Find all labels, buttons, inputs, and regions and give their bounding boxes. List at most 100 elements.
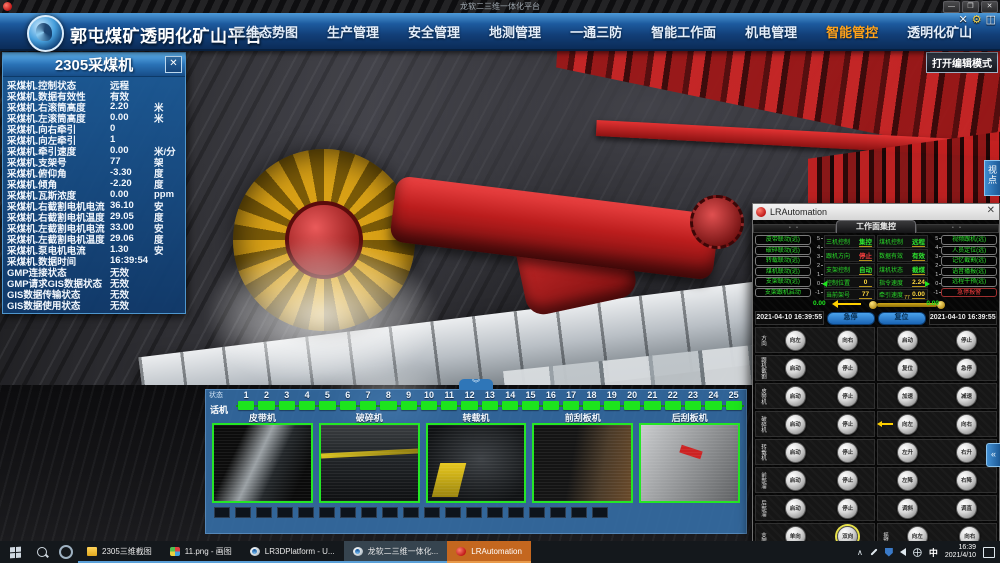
control-round-button[interactable]: 启动 <box>785 498 806 519</box>
tools-icon[interactable]: ✕ <box>959 14 968 26</box>
linkage-button[interactable]: 远程干预(远) <box>941 277 997 287</box>
pager-slot[interactable] <box>550 507 566 518</box>
linkage-button[interactable]: 语音播报(远) <box>941 267 997 277</box>
nav-item-生产管理[interactable]: 生产管理 <box>327 22 379 41</box>
control-round-button[interactable]: 停止 <box>837 470 858 491</box>
camera-video[interactable] <box>426 423 527 503</box>
nav-item-智能管控[interactable]: 智能管控 <box>826 22 878 41</box>
control-round-button[interactable]: 停止 <box>837 498 858 519</box>
control-round-button[interactable]: 复位 <box>897 358 918 379</box>
pager-slot[interactable] <box>529 507 545 518</box>
camera-video[interactable] <box>639 423 740 503</box>
control-round-button[interactable]: 向左 <box>897 414 918 435</box>
minimize-button[interactable]: — <box>943 1 960 13</box>
control-round-button[interactable]: 启动 <box>785 414 806 435</box>
control-round-button[interactable]: 停止 <box>837 386 858 407</box>
close-button[interactable]: ✕ <box>981 1 998 13</box>
estop-button[interactable]: 急停 <box>827 312 875 325</box>
control-round-button[interactable]: 急停 <box>956 358 977 379</box>
pager-slot[interactable] <box>466 507 482 518</box>
pager-slot[interactable] <box>214 507 230 518</box>
control-round-button[interactable]: 停止 <box>837 414 858 435</box>
linkage-button[interactable]: 转载联动(远) <box>755 256 811 266</box>
pager-slot[interactable] <box>445 507 461 518</box>
nav-item-三维态势图[interactable]: 三维态势图 <box>233 22 298 41</box>
taskbar-task[interactable]: 2305三维截图 <box>78 541 161 563</box>
volume-icon[interactable] <box>900 548 906 556</box>
control-round-button[interactable]: 减速 <box>956 386 977 407</box>
control-round-button[interactable]: 左降 <box>897 470 918 491</box>
open-edit-mode-button[interactable]: 打开编辑模式 <box>926 52 998 73</box>
pager-slot[interactable] <box>508 507 524 518</box>
control-round-button[interactable]: 加速 <box>897 386 918 407</box>
camera-video[interactable] <box>532 423 633 503</box>
linkage-button[interactable]: 煤机联动(远) <box>755 267 811 277</box>
security-shield-icon[interactable] <box>885 548 893 557</box>
pager-slot[interactable] <box>487 507 503 518</box>
tab-workface-control[interactable]: 工作面集控 <box>836 220 916 233</box>
viewpoint-tab[interactable]: 视点 <box>984 160 1000 196</box>
control-round-button[interactable]: 启动 <box>897 330 918 351</box>
linkage-button[interactable]: 人员定位(远) <box>941 246 997 256</box>
control-round-button[interactable]: 调直 <box>956 498 977 519</box>
taskbar-task[interactable]: LRAutomation <box>447 541 531 563</box>
cortana-icon[interactable] <box>54 541 78 563</box>
control-round-button[interactable]: 向右 <box>956 414 977 435</box>
linkage-button[interactable]: 支架跟机启动 <box>755 288 811 298</box>
nav-item-地测管理[interactable]: 地测管理 <box>489 22 541 41</box>
nav-item-机电管理[interactable]: 机电管理 <box>745 22 797 41</box>
system-clock[interactable]: 16:39 2021/4/10 <box>945 544 976 560</box>
control-round-button[interactable]: 右降 <box>956 470 977 491</box>
pager-slot[interactable] <box>382 507 398 518</box>
camera-video[interactable] <box>319 423 420 503</box>
control-round-button[interactable]: 停止 <box>837 358 858 379</box>
control-round-button[interactable]: 调斜 <box>897 498 918 519</box>
gear-icon[interactable]: ⚙ <box>972 14 982 26</box>
control-round-button[interactable]: 向右 <box>837 330 858 351</box>
control-round-button[interactable]: 停止 <box>956 330 977 351</box>
taskbar-task[interactable]: 11.png - 画图 <box>161 541 241 563</box>
control-round-button[interactable]: 启动 <box>785 358 806 379</box>
notification-center-icon[interactable] <box>983 547 995 558</box>
maximize-button[interactable]: ❐ <box>962 1 979 13</box>
lr-close-icon[interactable]: ✕ <box>987 205 995 216</box>
control-round-button[interactable]: 启动 <box>785 442 806 463</box>
linkage-button[interactable]: 支架联动(远) <box>755 277 811 287</box>
network-icon[interactable]: ⨁ <box>913 548 922 557</box>
control-round-button[interactable]: 启动 <box>785 386 806 407</box>
estop-alarm-button[interactable]: 急停报警 <box>941 288 997 298</box>
control-round-button[interactable]: 停止 <box>837 442 858 463</box>
pager-slot[interactable] <box>592 507 608 518</box>
reset-button[interactable]: 复位 <box>878 312 926 325</box>
nav-item-一通三防[interactable]: 一通三防 <box>570 22 622 41</box>
fit-window-icon[interactable]: ◫ <box>986 14 996 26</box>
pager-slot[interactable] <box>235 507 251 518</box>
pager-slot[interactable] <box>340 507 356 518</box>
panel-collapse-handle[interactable]: « <box>986 443 1000 467</box>
linkage-button[interactable]: 皮带联动(远) <box>755 235 811 245</box>
taskbar-task[interactable]: 龙软二三维一体化... <box>344 541 448 563</box>
linkage-button[interactable]: 视频跟机(远) <box>941 235 997 245</box>
search-icon[interactable] <box>30 541 54 563</box>
taskbar-task[interactable]: LR3DPlatform - U... <box>241 541 344 563</box>
control-round-button[interactable]: 启动 <box>785 470 806 491</box>
pager-slot[interactable] <box>319 507 335 518</box>
pager-slot[interactable] <box>424 507 440 518</box>
control-round-button[interactable]: 向左 <box>785 330 806 351</box>
pager-slot[interactable] <box>256 507 272 518</box>
nav-item-安全管理[interactable]: 安全管理 <box>408 22 460 41</box>
pager-slot[interactable] <box>298 507 314 518</box>
pager-slot[interactable] <box>571 507 587 518</box>
linkage-button[interactable]: 破碎联动(远) <box>755 246 811 256</box>
pager-slot[interactable] <box>277 507 293 518</box>
control-round-button[interactable]: 右升 <box>956 442 977 463</box>
nav-item-智能工作面[interactable]: 智能工作面 <box>651 22 716 41</box>
pager-slot[interactable] <box>403 507 419 518</box>
hidden-icons-chevron-icon[interactable]: ∧ <box>857 548 863 557</box>
pen-icon[interactable] <box>870 548 877 555</box>
linkage-button[interactable]: 记忆截割(远) <box>941 256 997 266</box>
camera-video[interactable] <box>212 423 313 503</box>
ime-indicator[interactable]: 中 <box>929 546 938 559</box>
pager-slot[interactable] <box>361 507 377 518</box>
collapse-chevron-icon[interactable]: ︾ <box>459 379 493 390</box>
